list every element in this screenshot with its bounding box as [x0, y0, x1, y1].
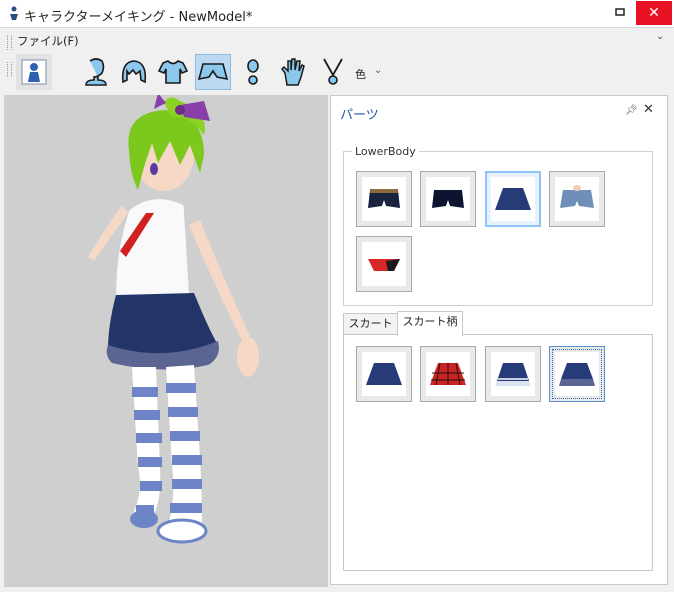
tab-skirt[interactable]: スカート — [343, 313, 398, 335]
character-tool-button[interactable] — [16, 54, 52, 90]
hand-tool-button[interactable] — [275, 54, 311, 90]
pattern-navy-lace[interactable] — [549, 346, 605, 402]
pin-icon[interactable]: 📌︎ — [625, 105, 638, 116]
necklace-tool-button[interactable] — [315, 54, 351, 90]
group-label: LowerBody — [352, 145, 419, 158]
head-tool-button[interactable] — [78, 54, 114, 90]
head-icon — [85, 58, 107, 86]
part-denim-shorts[interactable] — [549, 171, 605, 227]
shirt-tool-button[interactable] — [155, 54, 191, 90]
character-icon — [21, 59, 47, 85]
shirt-icon — [157, 60, 189, 84]
tab-skirt-pattern[interactable]: スカート柄 — [397, 311, 463, 336]
menu-bar — [0, 29, 674, 50]
lowerbody-tool-button[interactable] — [195, 54, 231, 90]
shoe-tool-button[interactable] — [235, 54, 271, 90]
window-title: キャラクターメイキング - NewModel* — [24, 10, 253, 25]
lowerbody-icon — [197, 63, 229, 81]
menu-grip — [7, 35, 12, 50]
part-bikini-bottom[interactable] — [356, 236, 412, 292]
color-menu-label[interactable]: 色 — [355, 66, 366, 82]
part-skirt-navy[interactable] — [485, 171, 541, 227]
menu-file[interactable]: ファイル(F) — [17, 33, 79, 49]
necklace-icon — [323, 58, 343, 85]
chevron-down-icon[interactable]: ⌄ — [374, 65, 382, 76]
close-button[interactable]: ✕ — [636, 1, 672, 25]
shoe-icon — [247, 59, 259, 85]
pattern-red-plaid[interactable] — [420, 346, 476, 402]
part-shorts-belt[interactable] — [356, 171, 412, 227]
pattern-navy-white-frill[interactable] — [485, 346, 541, 402]
app-icon — [10, 6, 18, 20]
restore-icon — [615, 8, 625, 16]
part-shorts-navy[interactable] — [420, 171, 476, 227]
panel-close-icon[interactable]: ✕ — [643, 102, 654, 117]
hair-icon — [121, 60, 147, 84]
toolbar-grip — [7, 62, 12, 77]
panel-title: パーツ — [340, 108, 379, 123]
hand-icon — [281, 58, 305, 86]
hair-tool-button[interactable] — [116, 54, 152, 90]
minimize-button[interactable] — [605, 1, 635, 25]
chevron-down-icon[interactable]: ⌄ — [656, 31, 664, 42]
character-model-preview — [88, 93, 259, 544]
pattern-navy[interactable] — [356, 346, 412, 402]
model-viewport[interactable] — [4, 93, 328, 587]
